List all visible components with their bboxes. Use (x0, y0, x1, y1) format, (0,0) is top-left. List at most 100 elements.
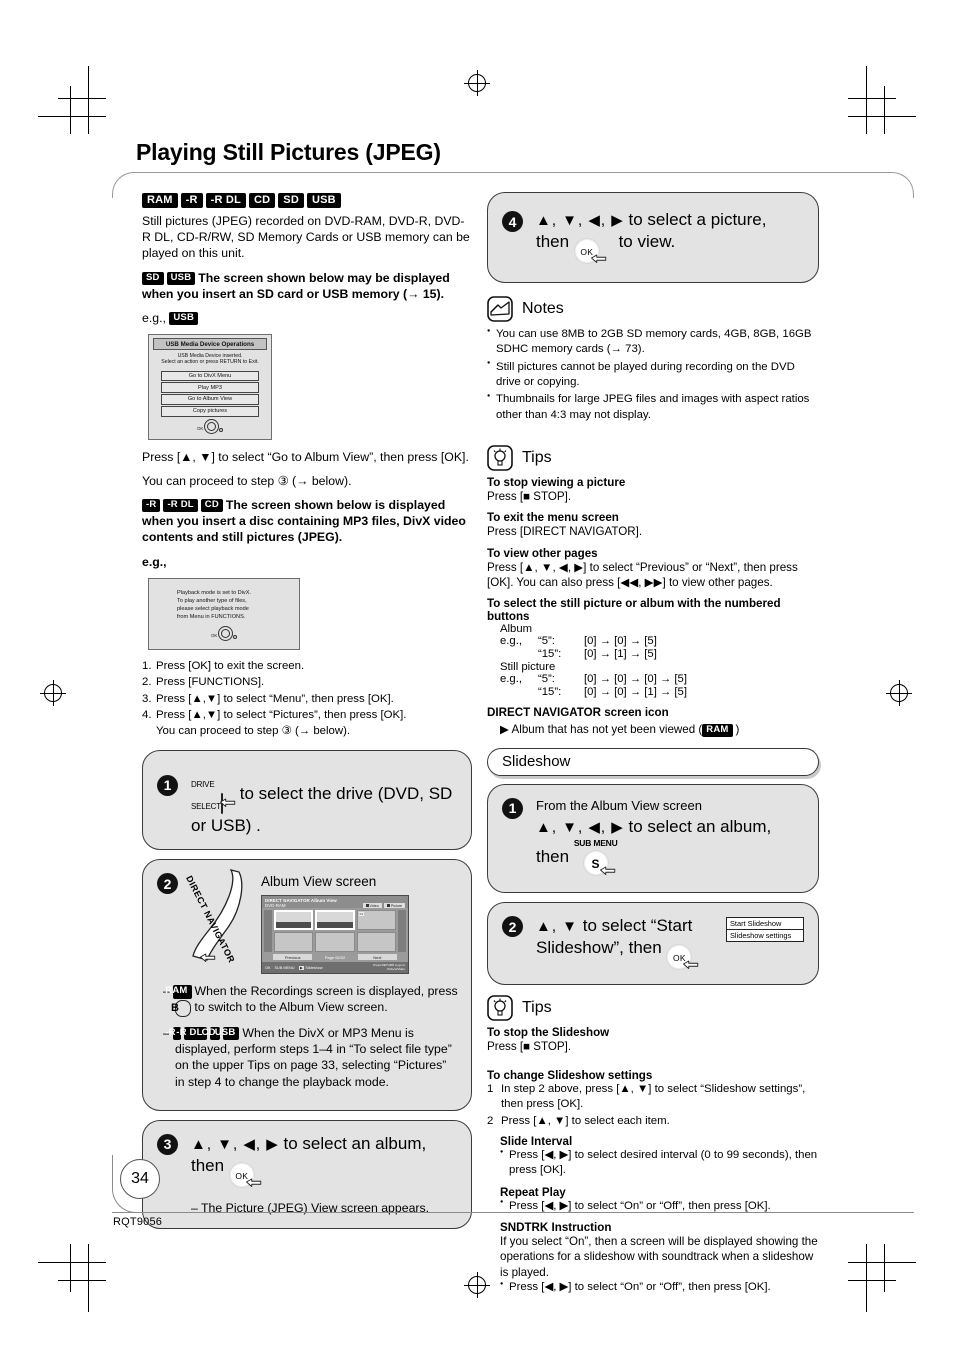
notes-icon (487, 296, 513, 322)
crop-mark-bottom-right-v2 (884, 1244, 885, 1292)
step-4-text: ▲, ▼, ◀, ▶ to select a picture, then OK … (536, 209, 804, 265)
tips1-section-title: To view other pages (487, 546, 598, 560)
badge-r-disc: -R (142, 499, 161, 513)
crop-mark-top-left-v2 (70, 86, 71, 134)
album-screen-grid: 01 02 03 (262, 908, 408, 953)
divx-line-3: please select playback mode (177, 606, 249, 613)
slideshow-step-2-box: 2 Start Slideshow Slideshow settings ▲, … (487, 902, 819, 986)
badge-sd: SD (278, 193, 304, 209)
crop-mark-bottom-right-h2 (848, 1280, 896, 1281)
tips2-step-number: 2 (487, 1114, 494, 1127)
badge-cd: CD (249, 193, 276, 209)
step-3-number: 3 (157, 1133, 178, 1155)
album-status-submenu: SUB MENU (275, 966, 295, 970)
registration-mark-left (40, 680, 66, 706)
tips1-section-body: Press [▲, ▼, ◀, ▶] to select “Previous” … (487, 560, 798, 589)
crop-mark-top-right-v2 (884, 86, 885, 134)
still-eg-label: e.g., (500, 673, 522, 686)
crop-mark-bottom-right-h (848, 1262, 916, 1263)
usb-media-device-screen: USB Media Device Operations USB Media De… (148, 334, 272, 440)
album-cell[interactable] (356, 932, 396, 953)
step-2-bullet-2: – -R-R DLCDUSBWhen the DivX or MP3 Menu … (163, 1025, 459, 1090)
usb-option-album-view[interactable]: Go to Album View (161, 394, 259, 405)
divx-step-text: Press [▲,▼] to select “Pictures”, then p… (156, 708, 407, 721)
step-4-tail: to view. (618, 232, 676, 252)
tips1-numbered-title: To select the still picture or album wit… (487, 597, 781, 624)
ok-button-step4[interactable]: OK (573, 238, 607, 265)
tips2-step: 1 In step 2 above, press [▲, ▼] to select… (487, 1082, 819, 1113)
table-row: e.g., “5”: [0] → [0] → [5] (500, 635, 657, 648)
tips1-section: To stop viewing a picture Press [■ STOP]… (487, 476, 819, 504)
step-4-label: to select a picture, (628, 210, 767, 229)
badge-sd-inline: SD (142, 271, 164, 285)
ok-dial-icon: OK (197, 418, 223, 435)
slideshow-step-2-label-l2: Slideshow”, then (536, 938, 662, 958)
drive-select-key[interactable]: DRIVE SELECT (191, 771, 236, 815)
ok-button-slideshow[interactable]: OK (666, 944, 699, 971)
crop-mark-bottom-left-v2 (70, 1244, 71, 1292)
notes-list: You can use 8MB to 2GB SD memory cards, … (487, 327, 819, 423)
album-row-keys: [0] → [1] → [5] (584, 648, 657, 661)
crop-mark-top-right-h (848, 116, 916, 117)
album-cell[interactable] (274, 932, 314, 953)
usb-option-copy-pictures[interactable]: Copy pictures (161, 406, 259, 417)
album-status-submenu-label: SUB MENU (274, 965, 295, 970)
sub-menu-key[interactable]: SUB MENU S (573, 838, 618, 877)
badge-usb-eg: USB (169, 312, 199, 326)
step-1-box: 1 DRIVE SELECT to select the drive (DVD,… (142, 749, 472, 851)
album-page-label: Page 02/02 (324, 954, 346, 960)
album-next-button[interactable]: Next (357, 954, 397, 961)
crop-mark-bottom-left-h (38, 1262, 106, 1263)
album-screen-picture-button[interactable]: Picture (383, 903, 405, 909)
album-row-label: “5”: (538, 635, 555, 648)
step-2-box: 2 DIRECT NAVIGATOR Album View screen DIR… (142, 859, 472, 1111)
table-row: e.g., “5”: [0] → [0] → [0] → [5] (500, 673, 687, 686)
sub-menu-button[interactable]: S (582, 850, 615, 877)
usb-option-divx-menu[interactable]: Go to DivX Menu (161, 370, 259, 381)
still-row-label: “5”: (538, 673, 555, 686)
slideshow-settings-group: Slide Interval Press [◀, ▶] to select de… (500, 1135, 819, 1295)
disc-paragraph: -R -R DL CD The screen shown below is displ… (142, 497, 472, 546)
usb-option-play-mp3[interactable]: Play MP3 (161, 382, 259, 393)
album-screen-video-button[interactable]: Video (362, 903, 382, 909)
tips1-section: To exit the menu screen Press [DIRECT NA… (487, 511, 819, 539)
tips2-heading-row: Tips (487, 995, 819, 1022)
album-cell[interactable] (315, 932, 355, 953)
ok-button[interactable]: OK (228, 1161, 262, 1188)
tips1-heading: Tips (522, 448, 552, 466)
step-3-text: ▲, ▼, ◀, ▶ to select an album, then OK (191, 1133, 457, 1188)
key-b-button: B (171, 1000, 191, 1017)
divx-steps-list: 1. Press [OK] to exit the screen. 2. Press… (142, 659, 472, 740)
note-item: Thumbnails for large JPEG files and imag… (487, 392, 819, 423)
eg-label: e.g., (142, 311, 166, 326)
album-status-slideshow: ▶ Slideshow (298, 965, 323, 970)
album-previous-button[interactable]: Previous (273, 954, 313, 961)
ok-dial-label: OK (197, 425, 204, 431)
still-key-table: e.g., “5”: [0] → [0] → [0] → [5] “15”: [… (500, 673, 687, 699)
slideshow-submenu-popup: Start Slideshow Slideshow settings (726, 917, 804, 943)
submenu-item-start-slideshow[interactable]: Start Slideshow (727, 918, 803, 931)
ok-dial-icon-divx: OK (211, 626, 237, 642)
tips2-stop-body: Press [■ STOP]. (487, 1040, 572, 1054)
registration-mark-top (464, 70, 490, 96)
crop-mark-bottom-left-v (88, 1244, 89, 1312)
divx-steps-note: You can proceed to step ③ (→ below). (156, 725, 351, 738)
drive-select-cap-line2: SELECT (191, 801, 221, 811)
drive-select-cap-line1: DRIVE (191, 779, 215, 789)
sub-menu-key-label: SUB MENU (573, 838, 618, 849)
sd-usb-paragraph: SD USB The screen shown below may be displ… (142, 270, 472, 302)
tips1-section-body: Press [DIRECT NAVIGATOR]. (487, 525, 643, 539)
album-cell[interactable]: 01 (274, 910, 314, 931)
after-usb-line1: Press [▲, ▼] to select “Go to Album View… (142, 449, 469, 464)
album-cell[interactable]: 02 (315, 910, 355, 931)
step-3-then: then (191, 1155, 225, 1175)
table-row: “15”: [0] → [1] → [5] (500, 648, 657, 661)
notes-heading-row: Notes (487, 296, 819, 322)
divx-notice-screen: Playback mode is set to DivX. To play an… (148, 577, 300, 650)
album-key-table: e.g., “5”: [0] → [0] → [5] “15”: [0] → [… (500, 635, 657, 661)
direct-navigator-ribbon[interactable]: DIRECT NAVIGATOR (184, 868, 243, 965)
submenu-item-slideshow-settings[interactable]: Slideshow settings (727, 930, 803, 941)
album-cell[interactable]: 03 (356, 910, 396, 931)
slideshow-section-header: Slideshow (487, 747, 819, 776)
tips-icon-2 (487, 995, 513, 1022)
